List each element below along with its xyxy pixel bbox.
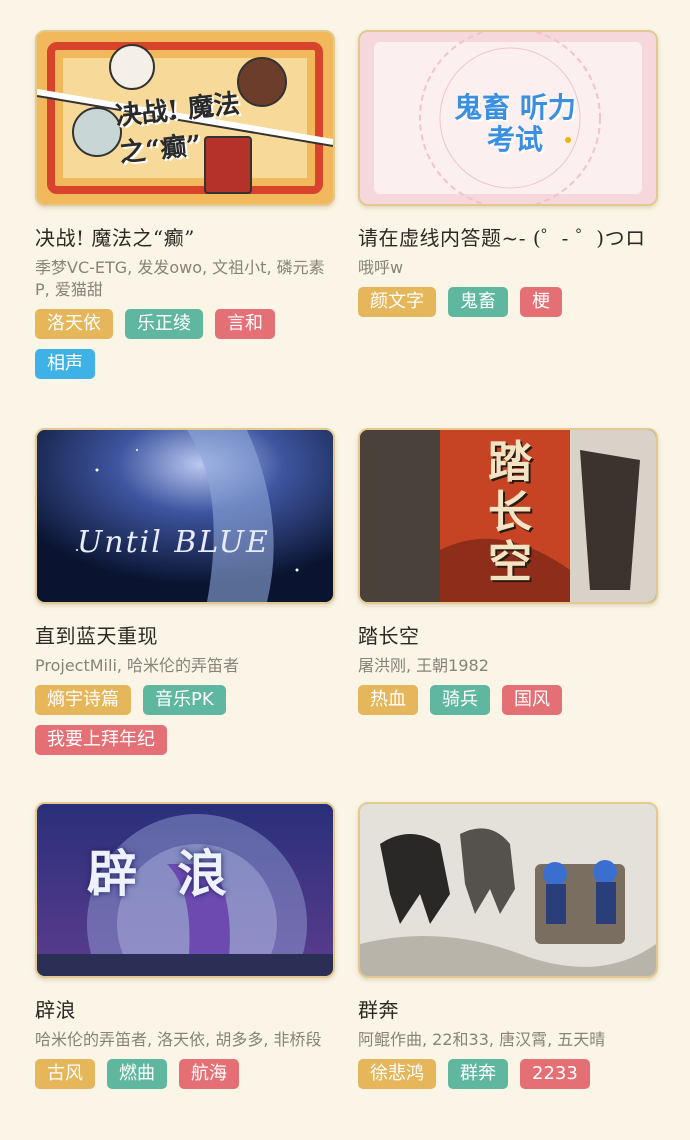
video-thumbnail[interactable]: 鬼畜 听力考试 [358, 30, 658, 206]
video-authors: 阿鲲作曲, 22和33, 唐汉霄, 五天晴 [358, 1030, 606, 1049]
tag[interactable]: 燃曲 [107, 1059, 167, 1089]
video-authors: 季梦VC-ETG, 发发owo, 文祖小t, 磷元素P, 爱猫甜 [35, 258, 325, 299]
tag[interactable]: 航海 [179, 1059, 239, 1089]
tag[interactable]: 2233 [520, 1059, 590, 1089]
video-authors: ProjectMili, 哈米伦的弄笛者 [35, 656, 240, 675]
video-thumbnail[interactable]: Until BLUE [35, 428, 335, 604]
video-card[interactable]: 群奔 阿鲲作曲, 22和33, 唐汉霄, 五天晴 徐悲鸿 群奔 2233 [358, 802, 658, 1089]
tag-list: 热血 骑兵 国风 [358, 685, 658, 715]
video-thumbnail[interactable]: 辟浪 [35, 802, 335, 978]
video-authors: 哈米伦的弄笛者, 洛天依, 胡多多, 非桥段 [35, 1030, 322, 1049]
tag[interactable]: 群奔 [448, 1059, 508, 1089]
tag[interactable]: 我要上拜年纪 [35, 725, 167, 755]
tag[interactable]: 鬼畜 [448, 287, 508, 317]
video-thumbnail[interactable]: 决战! 魔法之“癫” [35, 30, 335, 206]
tag[interactable]: 颜文字 [358, 287, 436, 317]
tag[interactable]: 徐悲鸿 [358, 1059, 436, 1089]
thumbnail-caption: 鬼畜 听力考试 [454, 91, 576, 156]
thumbnail-caption: 踏长空 [488, 437, 532, 588]
video-card[interactable]: Until BLUE 直到蓝天重现 ProjectMili, 哈米伦的弄笛者 熵… [35, 428, 335, 755]
video-thumbnail[interactable]: 踏长空 [358, 428, 658, 604]
tag[interactable]: 国风 [502, 685, 562, 715]
thumbnail-caption: 辟浪 [87, 844, 267, 903]
tag[interactable]: 熵宇诗篇 [35, 685, 131, 715]
video-card[interactable]: 辟浪 辟浪 哈米伦的弄笛者, 洛天依, 胡多多, 非桥段 古风 燃曲 航海 [35, 802, 335, 1089]
thumbnail-caption: Until BLUE [77, 525, 270, 560]
video-title[interactable]: 请在虚线内答题~- (゜- ゜)つロ [358, 222, 658, 251]
video-title[interactable]: 决战! 魔法之“癫” [35, 222, 335, 251]
video-card[interactable]: 决战! 魔法之“癫” 决战! 魔法之“癫” 季梦VC-ETG, 发发owo, 文… [35, 30, 335, 379]
tag[interactable]: 言和 [215, 309, 275, 339]
tag[interactable]: 音乐PK [143, 685, 226, 715]
tag[interactable]: 乐正绫 [125, 309, 203, 339]
tag-list: 熵宇诗篇 音乐PK 我要上拜年纪 [35, 685, 335, 755]
tag[interactable]: 梗 [520, 287, 562, 317]
video-title[interactable]: 直到蓝天重现 [35, 620, 335, 649]
tag-list: 徐悲鸿 群奔 2233 [358, 1059, 658, 1089]
tag[interactable]: 古风 [35, 1059, 95, 1089]
video-card[interactable]: 踏长空 踏长空 屠洪刚, 王朝1982 热血 骑兵 国风 [358, 428, 658, 715]
tag[interactable]: 洛天依 [35, 309, 113, 339]
video-authors: 哦呼w [358, 258, 404, 277]
tag[interactable]: 骑兵 [430, 685, 490, 715]
video-title[interactable]: 群奔 [358, 994, 658, 1023]
thumbnail-art [37, 430, 333, 602]
tag-list: 古风 燃曲 航海 [35, 1059, 335, 1089]
video-title[interactable]: 踏长空 [358, 620, 658, 649]
video-authors: 屠洪刚, 王朝1982 [358, 656, 489, 675]
video-title[interactable]: 辟浪 [35, 994, 335, 1023]
tag[interactable]: 相声 [35, 349, 95, 379]
tag-list: 颜文字 鬼畜 梗 [358, 287, 658, 317]
video-thumbnail[interactable] [358, 802, 658, 978]
video-card[interactable]: 鬼畜 听力考试 请在虚线内答题~- (゜- ゜)つロ 哦呼w 颜文字 鬼畜 梗 [358, 30, 658, 317]
tag[interactable]: 热血 [358, 685, 418, 715]
thumbnail-art [360, 804, 656, 976]
tag-list: 洛天依 乐正绫 言和 相声 [35, 309, 335, 379]
